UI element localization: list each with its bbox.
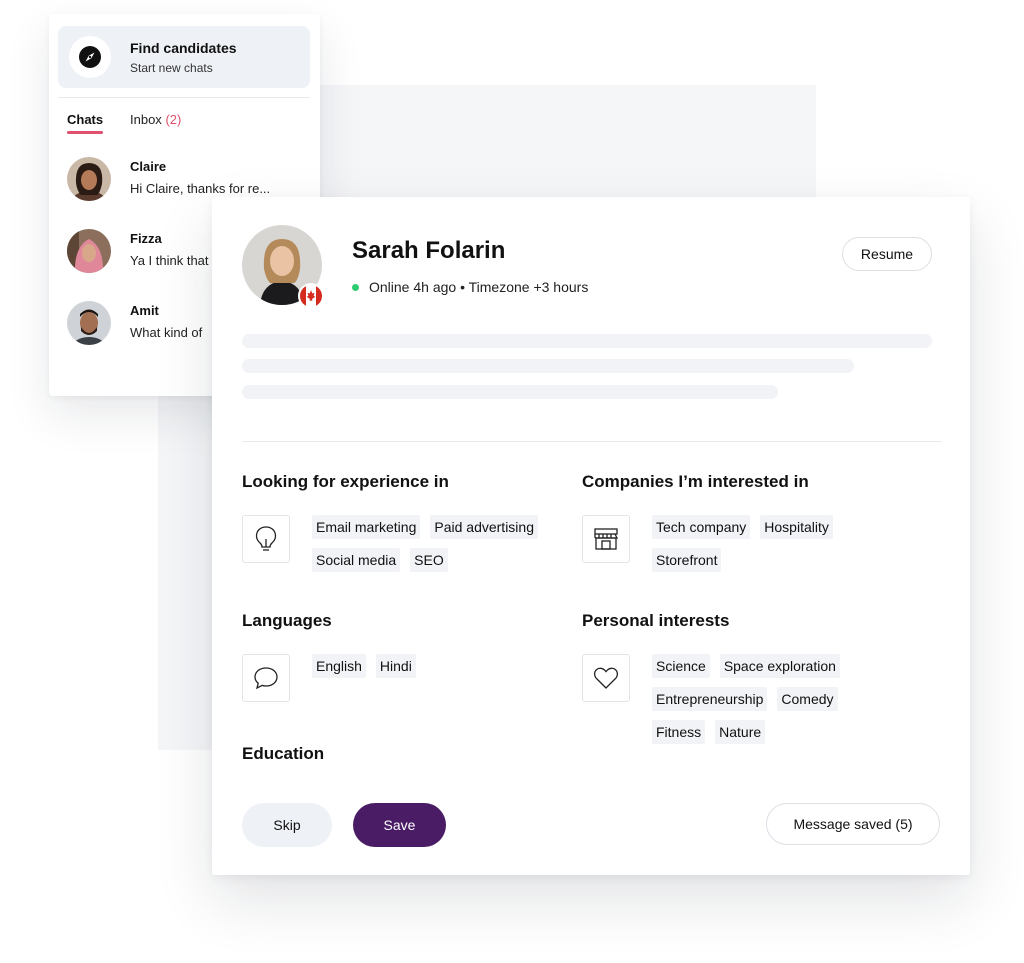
education-section-title: Education [242, 744, 325, 763]
tag: Email marketing [312, 515, 421, 539]
skeleton-line [242, 359, 854, 373]
heart-icon [582, 654, 630, 702]
tag: Hospitality [760, 515, 833, 539]
find-candidates-title: Find candidates [130, 40, 237, 56]
divider [242, 441, 942, 442]
tag: Paid advertising [430, 515, 538, 539]
tag: Hindi [375, 654, 416, 678]
tag: SEO [410, 548, 448, 572]
chat-preview: What kind of [130, 325, 203, 340]
chat-name: Fizza [130, 231, 162, 246]
compass-icon [69, 36, 111, 78]
tab-inbox[interactable]: Inbox (2) [130, 112, 181, 127]
chat-preview: Ya I think that [130, 253, 209, 268]
online-status-dot [352, 283, 359, 291]
background-panel-top [318, 85, 816, 197]
canada-flag-icon [298, 283, 324, 309]
candidate-profile-card: Sarah Folarin Online 4h ago • Timezone +… [212, 197, 970, 875]
tag: Storefront [652, 548, 722, 572]
tag: Science [652, 654, 710, 678]
tab-chats[interactable]: Chats [67, 112, 103, 127]
avatar [67, 301, 111, 345]
lightbulb-icon [242, 515, 290, 563]
skeleton-line [242, 334, 932, 348]
candidate-name: Sarah Folarin [352, 237, 506, 264]
tag: English [312, 654, 366, 678]
inbox-count-badge: (2) [165, 112, 182, 127]
storefront-icon [582, 515, 630, 563]
tag: Comedy [777, 687, 838, 711]
tag: Fitness [652, 720, 706, 744]
chat-name: Amit [130, 303, 159, 318]
tag: Entrepreneurship [652, 687, 768, 711]
languages-tags: English Hindi [312, 654, 562, 678]
tag: Social media [312, 548, 401, 572]
divider [58, 97, 310, 98]
companies-tags: Tech company Hospitality Storefront [652, 515, 882, 572]
find-candidates-subtitle: Start new chats [130, 61, 213, 75]
active-tab-indicator [67, 131, 103, 134]
message-saved-button[interactable]: Message saved (5) [766, 803, 940, 845]
save-button[interactable]: Save [353, 803, 446, 847]
skip-button[interactable]: Skip [242, 803, 332, 847]
find-candidates-button[interactable]: Find candidates Start new chats [58, 26, 310, 88]
experience-tags: Email marketing Paid advertising Social … [312, 515, 562, 572]
languages-section-title: Languages [242, 611, 332, 630]
avatar [67, 229, 111, 273]
companies-section-title: Companies I’m interested in [582, 472, 809, 491]
interests-section-title: Personal interests [582, 611, 730, 630]
status-text: Online 4h ago • Timezone +3 hours [369, 279, 589, 295]
chat-name: Claire [130, 159, 167, 174]
interests-tags: Science Space exploration Entrepreneursh… [652, 654, 882, 744]
speech-bubble-icon [242, 654, 290, 702]
chat-preview: Hi Claire, thanks for re... [130, 181, 271, 196]
tag: Tech company [652, 515, 751, 539]
avatar [67, 157, 111, 201]
tab-inbox-label: Inbox [130, 112, 162, 127]
skeleton-line [242, 385, 778, 399]
tag: Space exploration [719, 654, 840, 678]
resume-button[interactable]: Resume [842, 237, 932, 271]
tag: Nature [715, 720, 766, 744]
status-line: Online 4h ago • Timezone +3 hours [352, 279, 588, 295]
experience-section-title: Looking for experience in [242, 472, 449, 491]
